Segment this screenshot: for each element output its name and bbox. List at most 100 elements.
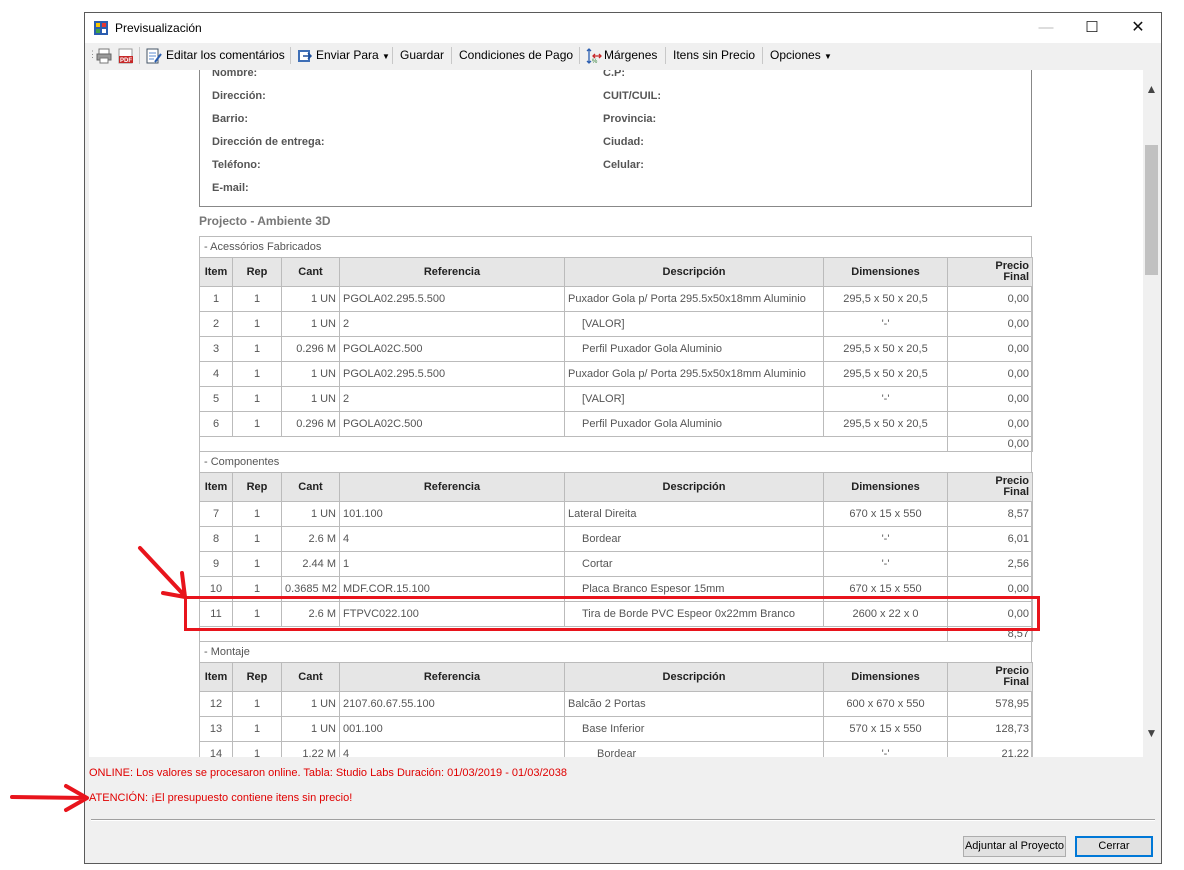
- description-cell: Puxador Gola p/ Porta 295.5x50x18mm Alum…: [564, 286, 824, 312]
- rep-cell: 1: [232, 551, 282, 577]
- reference-cell: PGOLA02.295.5.500: [339, 361, 565, 387]
- item-cell: 10: [199, 576, 233, 602]
- price-cell: 0,00: [947, 286, 1033, 312]
- rep-cell: 1: [232, 501, 282, 527]
- price-cell: 0,00: [947, 361, 1033, 387]
- client-info-box: Nombre: C.P: Dirección: CUIT/CUIL: Barri…: [199, 70, 1032, 207]
- title-bar: Previsualización — ☐ ✕: [85, 13, 1161, 43]
- description-cell: Bordear: [564, 526, 824, 552]
- toolbar-separator: [579, 47, 580, 64]
- quantity-cell: 0.3685 M2: [281, 576, 340, 602]
- header-rep: Rep: [232, 472, 282, 502]
- svg-text:PDF: PDF: [120, 58, 132, 64]
- header-dimensions: Dimensiones: [823, 662, 948, 692]
- dimensions-cell: 295,5 x 50 x 20,5: [823, 361, 948, 387]
- header-reference: Referencia: [339, 472, 565, 502]
- description-cell: [VALOR]: [564, 386, 824, 412]
- description-cell: Tira de Borde PVC Espeor 0x22mm Branco: [564, 601, 824, 627]
- delivery-address-label: Dirección de entrega:: [212, 136, 325, 148]
- table-row: 14 1 1.22 M 4 Bordear '-' 21,22: [199, 741, 1033, 757]
- header-quantity: Cant: [281, 472, 340, 502]
- quantity-cell: 1 UN: [281, 691, 340, 717]
- vertical-scrollbar[interactable]: ▲ ▼: [1143, 70, 1160, 757]
- edit-comments-button[interactable]: Editar los comentários: [166, 48, 285, 62]
- price-cell: 0,00: [947, 336, 1033, 362]
- quantity-cell: 2.6 M: [281, 601, 340, 627]
- subtotal-spacer: [199, 626, 948, 642]
- dimensions-cell: '-': [823, 311, 948, 337]
- dimensions-cell: 2600 x 22 x 0: [823, 601, 948, 627]
- quantity-cell: 1 UN: [281, 311, 340, 337]
- price-cell: 0,00: [947, 411, 1033, 437]
- options-label: Opciones: [770, 48, 821, 62]
- rep-cell: 1: [232, 286, 282, 312]
- printer-icon[interactable]: [96, 48, 112, 64]
- header-final-price: Precio Final: [947, 257, 1033, 287]
- province-label: Provincia:: [603, 113, 657, 125]
- group-components: - Componentes Item Rep Cant Referencia Descri…: [199, 451, 1033, 642]
- svg-text:%: %: [592, 59, 598, 64]
- header-rep: Rep: [232, 662, 282, 692]
- description-cell: Perfil Puxador Gola Aluminio: [564, 411, 824, 437]
- description-cell: Cortar: [564, 551, 824, 577]
- footer-divider: [91, 819, 1155, 821]
- report-preview: Nombre: C.P: Dirección: CUIT/CUIL: Barri…: [89, 70, 1143, 757]
- group-assembly: - Montaje Item Rep Cant Referencia Descripció…: [199, 641, 1033, 757]
- price-cell: 128,73: [947, 716, 1033, 742]
- table-row: 10 1 0.3685 M2 MDF.COR.15.100 Placa Branco E…: [199, 576, 1033, 602]
- reference-cell: PGOLA02C.500: [339, 411, 565, 437]
- reference-cell: 2: [339, 386, 565, 412]
- items-without-price-button[interactable]: Itens sin Precio: [673, 48, 755, 62]
- send-icon: [298, 50, 313, 62]
- chevron-down-icon: ▼: [382, 52, 390, 61]
- quantity-cell: 1 UN: [281, 361, 340, 387]
- rep-cell: 1: [232, 411, 282, 437]
- quantity-cell: 0.296 M: [281, 336, 340, 362]
- minimize-button[interactable]: —: [1023, 13, 1069, 43]
- pdf-icon[interactable]: PDF: [118, 48, 134, 64]
- mobile-label: Celular:: [603, 159, 644, 171]
- reference-cell: 4: [339, 741, 565, 757]
- table-header-row: Item Rep Cant Referencia Descripción Dimensio…: [199, 257, 1033, 287]
- item-cell: 9: [199, 551, 233, 577]
- save-button[interactable]: Guardar: [400, 48, 444, 62]
- send-to-dropdown[interactable]: Enviar Para ▼: [316, 48, 390, 62]
- payment-terms-button[interactable]: Condiciones de Pago: [459, 48, 573, 62]
- maximize-button[interactable]: ☐: [1069, 13, 1115, 43]
- arrow-icon: [10, 784, 89, 812]
- header-price-line2: Final: [1003, 676, 1029, 688]
- neighborhood-label: Barrio:: [212, 113, 249, 125]
- quantity-cell: 2.6 M: [281, 526, 340, 552]
- item-cell: 8: [199, 526, 233, 552]
- attach-to-project-button[interactable]: Adjuntar al Proyecto: [963, 836, 1066, 857]
- scroll-down-icon[interactable]: ▼: [1143, 726, 1160, 740]
- reference-cell: PGOLA02.295.5.500: [339, 286, 565, 312]
- rep-cell: 1: [232, 601, 282, 627]
- price-cell: 0,00: [947, 576, 1033, 602]
- name-label: Nombre:: [212, 70, 258, 79]
- header-item: Item: [199, 662, 233, 692]
- item-cell: 7: [199, 501, 233, 527]
- scroll-thumb[interactable]: [1145, 145, 1158, 275]
- margins-button[interactable]: Márgenes: [604, 48, 657, 62]
- dimensions-cell: '-': [823, 551, 948, 577]
- options-dropdown[interactable]: Opciones ▼: [770, 48, 832, 62]
- header-price-line2: Final: [1003, 486, 1029, 498]
- reference-cell: FTPVC022.100: [339, 601, 565, 627]
- close-button[interactable]: Cerrar: [1075, 836, 1153, 857]
- quantity-cell: 2.44 M: [281, 551, 340, 577]
- header-description: Descripción: [564, 257, 824, 287]
- group-title: - Componentes: [204, 456, 280, 468]
- close-window-button[interactable]: ✕: [1115, 13, 1161, 43]
- header-description: Descripción: [564, 472, 824, 502]
- subtotal-row: 0,00: [199, 436, 1033, 452]
- description-cell: Balcão 2 Portas: [564, 691, 824, 717]
- price-cell: 578,95: [947, 691, 1033, 717]
- online-status: ONLINE: Los valores se procesaron online…: [89, 767, 567, 779]
- item-cell: 12: [199, 691, 233, 717]
- scroll-up-icon[interactable]: ▲: [1143, 82, 1160, 96]
- table-header-row: Item Rep Cant Referencia Descripción Dimensio…: [199, 472, 1033, 502]
- items-table: Item Rep Cant Referencia Descripción Dimensio…: [199, 257, 1033, 452]
- table-row: 11 1 2.6 M FTPVC022.100 Tira de Borde PVC Es…: [199, 601, 1033, 627]
- price-cell: 0,00: [947, 311, 1033, 337]
